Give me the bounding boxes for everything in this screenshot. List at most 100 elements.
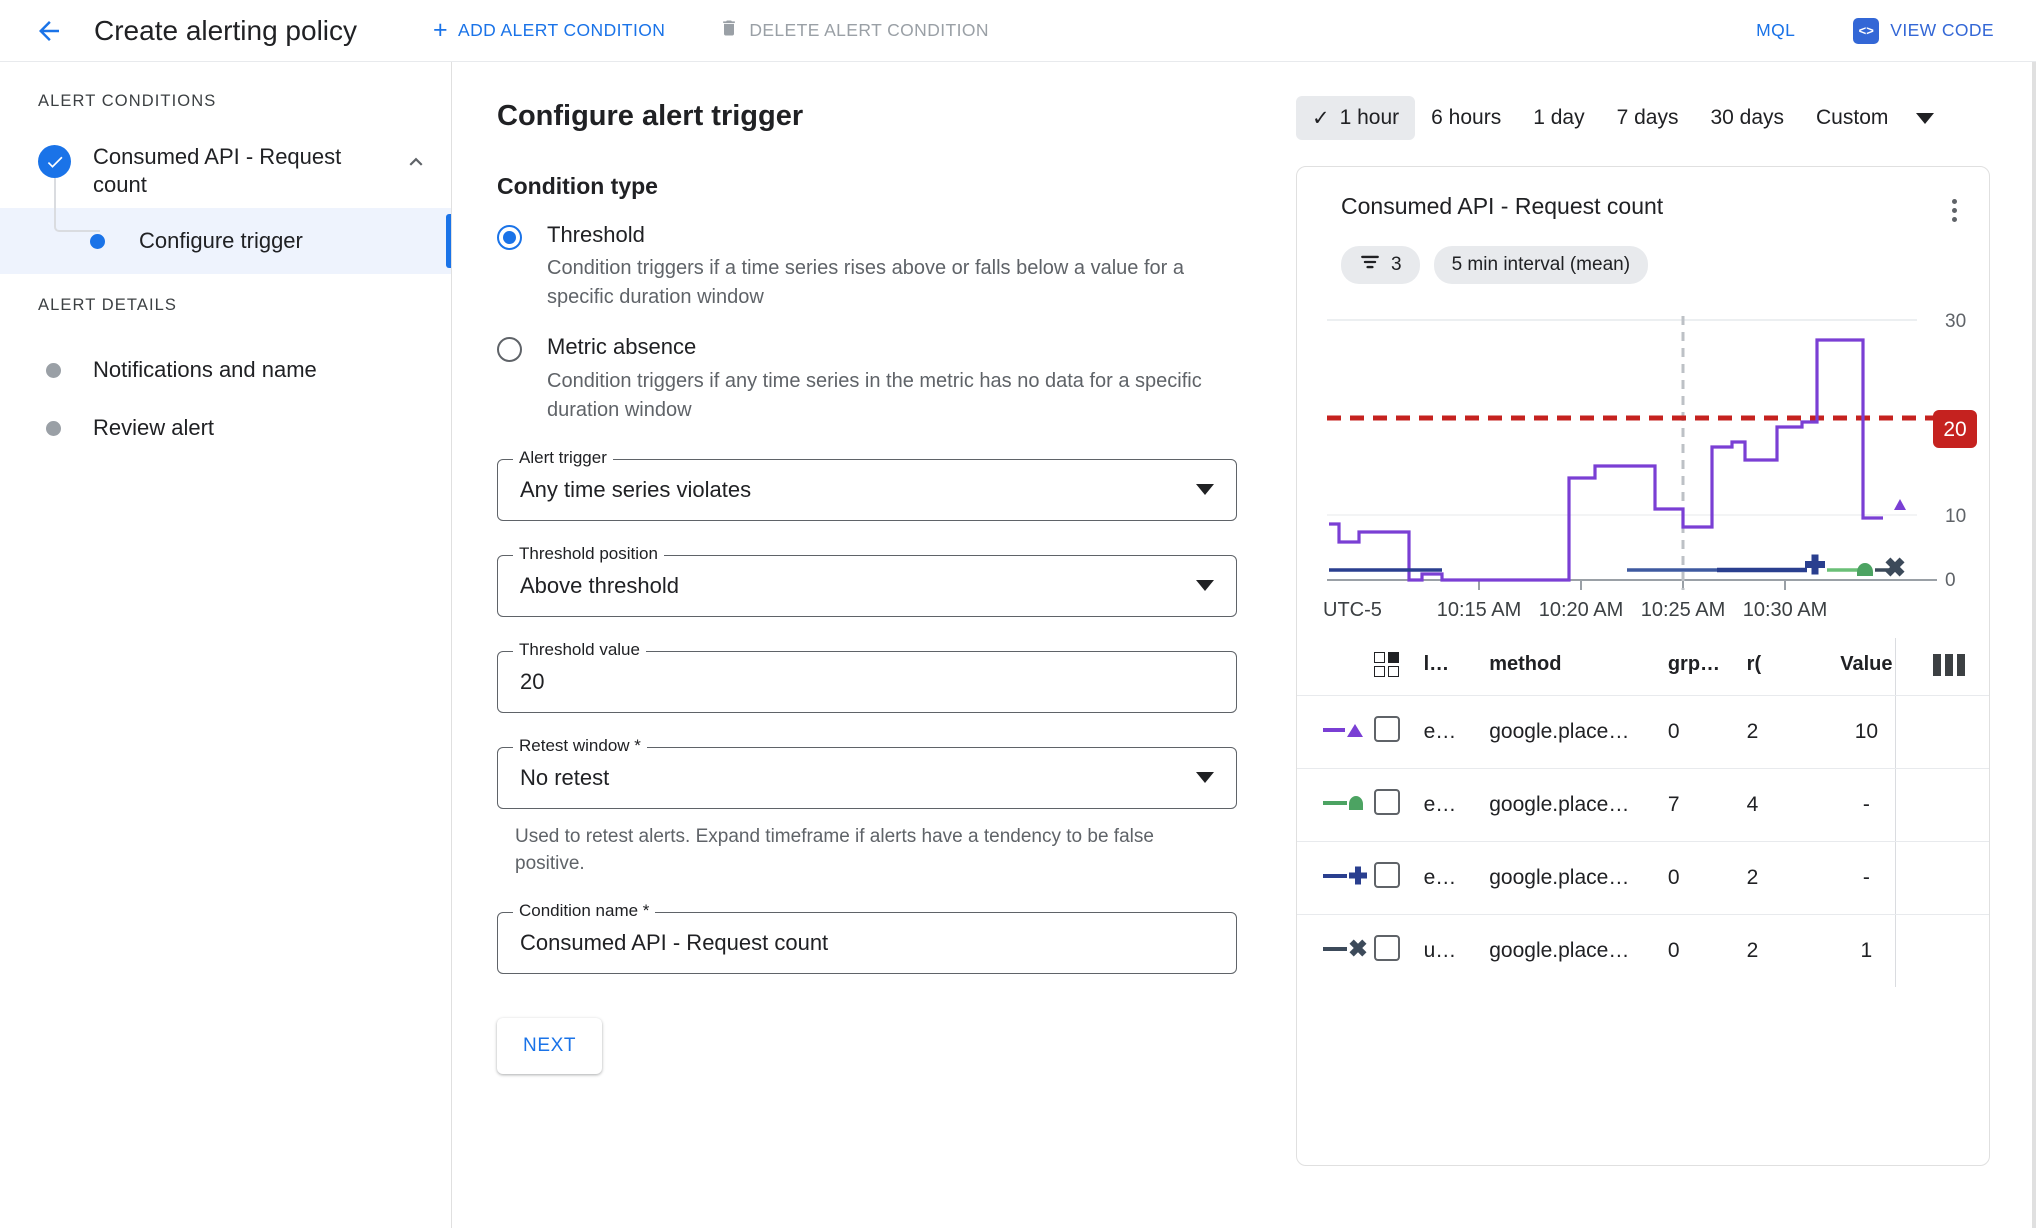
checkbox-icon[interactable]: [1374, 862, 1401, 888]
chevron-down-icon[interactable]: [1196, 580, 1214, 592]
time-range-6-hours[interactable]: 6 hours: [1415, 96, 1517, 140]
checkbox-icon[interactable]: [1374, 716, 1401, 742]
plus-icon: +: [433, 16, 449, 44]
sidebar-item-label: Notifications and name: [93, 357, 317, 382]
table-row[interactable]: e… google.place… 0 2 -: [1297, 841, 1989, 915]
more-vert-icon[interactable]: [1946, 193, 1963, 228]
series-marker-triangle: [1894, 499, 1906, 510]
radio-threshold-description: Condition triggers if a time series rise…: [547, 257, 1184, 309]
filter-chip[interactable]: 3: [1341, 246, 1420, 284]
row-spacer: [1933, 695, 1989, 769]
th-column-visibility[interactable]: [1933, 638, 1989, 696]
chart-chips: 3 5 min interval (mean): [1297, 228, 1989, 284]
threshold-position-select[interactable]: Above threshold: [497, 554, 1237, 617]
sidebar-item-configure-trigger[interactable]: Configure trigger: [0, 178, 451, 274]
threshold-position-field[interactable]: Threshold position Above threshold: [497, 543, 1237, 617]
table-row[interactable]: u… google.place… 0 2 1: [1297, 915, 1989, 988]
time-range-label: 6 hours: [1431, 106, 1502, 129]
filter-count: 3: [1391, 254, 1402, 275]
chevron-down-icon[interactable]: [1196, 484, 1214, 496]
chevron-down-icon[interactable]: [1196, 772, 1214, 784]
table-row[interactable]: e… google.place… 0 2 10: [1297, 695, 1989, 769]
alert-trigger-field[interactable]: Alert trigger Any time series violates: [497, 447, 1237, 521]
time-range-1-day[interactable]: 1 day: [1517, 96, 1600, 140]
xtick-timezone: UTC-5: [1323, 599, 1382, 621]
chevron-up-icon[interactable]: [403, 143, 429, 180]
row-checkbox[interactable]: [1374, 841, 1424, 915]
alert-trigger-value: Any time series violates: [520, 476, 752, 502]
row-checkbox[interactable]: [1374, 768, 1424, 842]
app-bar: Create alerting policy + ADD ALERT CONDI…: [0, 0, 2036, 62]
sidebar-item-notifications-and-name[interactable]: Notifications and name: [0, 341, 451, 399]
row-marker: [1297, 768, 1375, 842]
vertical-scrollbar[interactable]: [2032, 62, 2036, 1228]
delete-alert-condition-label: DELETE ALERT CONDITION: [749, 20, 989, 40]
condition-name-value: Consumed API - Request count: [520, 929, 829, 955]
sidebar-item-review-alert[interactable]: Review alert: [0, 399, 451, 457]
add-alert-condition-button[interactable]: + ADD ALERT CONDITION: [417, 8, 681, 53]
mql-button[interactable]: MQL: [1738, 10, 1813, 51]
retest-window-select[interactable]: No retest: [497, 746, 1237, 809]
th-value[interactable]: Value: [1799, 638, 1934, 696]
row-marker: [1297, 695, 1375, 769]
delete-alert-condition-button[interactable]: DELETE ALERT CONDITION: [703, 7, 1005, 54]
th-grp[interactable]: grp…: [1667, 638, 1747, 696]
row-grp: 0: [1667, 841, 1747, 915]
time-range-7-days[interactable]: 7 days: [1601, 96, 1695, 140]
row-value: -: [1799, 841, 1934, 915]
chevron-down-icon[interactable]: [1916, 112, 1935, 124]
row-checkbox[interactable]: [1374, 915, 1423, 988]
radio-option-metric-absence[interactable]: Metric absence Condition triggers if any…: [497, 334, 1296, 424]
th-l[interactable]: l…: [1423, 638, 1490, 696]
sidebar-subitem-label: Configure trigger: [139, 228, 303, 253]
xtick-1020: 10:20 AM: [1539, 599, 1624, 621]
columns-icon[interactable]: [1933, 653, 1989, 676]
row-l: u…: [1423, 939, 1457, 962]
radio-threshold-icon[interactable]: [497, 225, 522, 250]
add-alert-condition-label: ADD ALERT CONDITION: [458, 20, 666, 40]
condition-name-legend: Condition name *: [513, 900, 656, 921]
alert-trigger-legend: Alert trigger: [513, 447, 613, 468]
chart-title: Consumed API - Request count: [1341, 193, 1664, 219]
time-range-1-hour[interactable]: ✓ 1 hour: [1296, 96, 1416, 140]
row-method: google.place…: [1489, 841, 1668, 915]
preview-panel: ✓ 1 hour 6 hours 1 day 7 days 30 days Cu…: [1296, 62, 2036, 1228]
view-code-button[interactable]: <> VIEW CODE: [1839, 8, 2008, 54]
time-range-30-days[interactable]: 30 days: [1694, 96, 1800, 140]
alert-trigger-select[interactable]: Any time series violates: [497, 458, 1237, 521]
checkbox-icon[interactable]: [1374, 789, 1401, 815]
condition-name-input[interactable]: Consumed API - Request count: [497, 911, 1237, 974]
code-icon: <>: [1853, 17, 1880, 44]
time-series-chart[interactable]: 30 20 10 0: [1297, 302, 1989, 632]
threshold-value-input[interactable]: 20: [497, 650, 1237, 713]
retest-window-helper-text: Used to retest alerts. Expand timeframe …: [515, 825, 1154, 875]
condition-name-field[interactable]: Condition name * Consumed API - Request …: [497, 900, 1237, 974]
th-select-all[interactable]: [1374, 638, 1424, 696]
retest-window-field[interactable]: Retest window * No retest: [497, 735, 1237, 809]
th-method[interactable]: method: [1489, 638, 1668, 696]
time-range-label: 1 hour: [1339, 106, 1400, 129]
view-code-label: VIEW CODE: [1890, 20, 1994, 40]
time-range-custom[interactable]: Custom: [1800, 96, 1904, 140]
row-grp: 0: [1667, 939, 1680, 962]
next-button[interactable]: NEXT: [497, 1017, 603, 1074]
series-table: l… method grp… r( Value e… google.place……: [1297, 638, 1989, 987]
row-spacer: [1933, 768, 1989, 842]
threshold-value-field[interactable]: Threshold value 20: [497, 639, 1237, 713]
radio-option-threshold[interactable]: Threshold Condition triggers if a time s…: [497, 222, 1296, 312]
table-row[interactable]: e… google.place… 7 4 -: [1297, 768, 1989, 842]
back-button[interactable]: [26, 8, 72, 54]
table-header-row: l… method grp… r( Value: [1297, 638, 1989, 696]
page-body: ALERT CONDITIONS Consumed API - Request …: [0, 62, 2036, 1228]
th-r[interactable]: r(: [1746, 638, 1800, 696]
interval-chip[interactable]: 5 min interval (mean): [1433, 246, 1649, 284]
checkbox-icon[interactable]: [1374, 935, 1401, 961]
radio-metric-absence-icon[interactable]: [497, 337, 522, 363]
radio-metric-absence-text: Metric absence Condition triggers if any…: [547, 334, 1247, 424]
sidebar-section-alert-details: ALERT DETAILS: [38, 296, 178, 314]
row-grp: 0: [1667, 695, 1747, 769]
step-dot-icon: [46, 420, 61, 436]
select-all-icon[interactable]: [1374, 652, 1400, 677]
row-checkbox[interactable]: [1374, 695, 1424, 769]
row-spacer: [1933, 841, 1989, 915]
